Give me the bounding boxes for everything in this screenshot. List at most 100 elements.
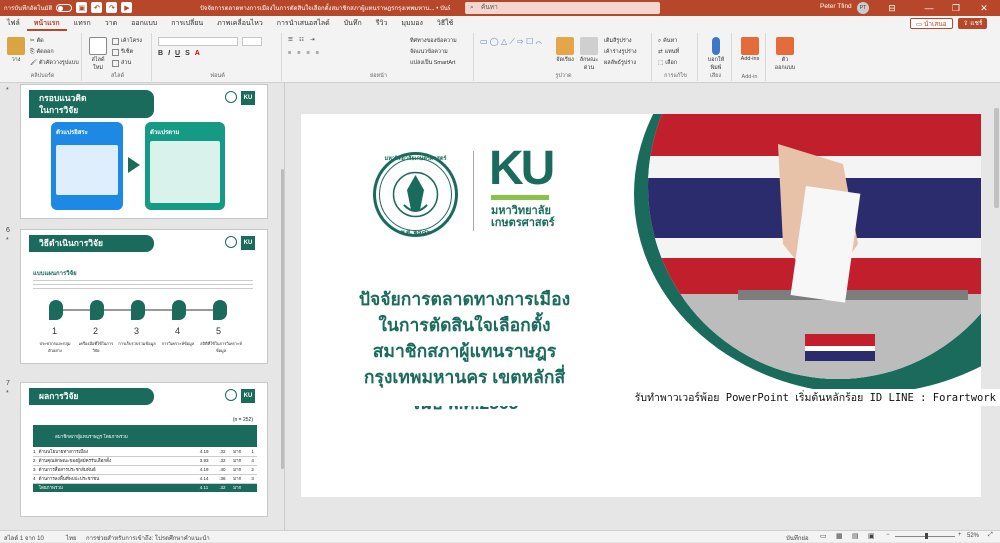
paste-button[interactable]: วาง — [6, 37, 26, 64]
sample-size: (n = 252) — [232, 417, 253, 423]
tab-slideshow[interactable]: การนำเสนอสไลด์ — [270, 16, 337, 31]
thumb-emblem — [225, 389, 237, 401]
scissors-icon: ✂ — [30, 38, 35, 44]
tab-view[interactable]: มุมมอง — [394, 16, 429, 31]
quick-styles-button[interactable]: ลักษณะด่วน — [577, 37, 601, 72]
tab-review[interactable]: รีวิว — [369, 16, 395, 31]
shape-fill-button[interactable]: เติมสีรูปร่าง — [604, 37, 632, 45]
tab-file[interactable]: ไฟล์ — [0, 16, 27, 31]
share-button[interactable]: ⇪ แชร์ — [958, 18, 988, 29]
ku-logo-sub2: เกษตรศาสตร์ — [491, 217, 555, 229]
copy-button[interactable]: ⎘ คัดลอก — [30, 48, 54, 56]
italic-icon[interactable]: I — [168, 50, 170, 57]
autosave-toggle[interactable] — [56, 3, 73, 12]
cell: มาก — [233, 467, 242, 472]
arrange-button[interactable]: จัดเรียง — [554, 37, 576, 64]
slideshow-view-icon[interactable]: ▣ — [868, 532, 875, 540]
shapes-gallery[interactable]: ▭ ◯ △ ⟋ ⇨ ☐ ⌒ — [480, 37, 542, 47]
reset-button[interactable]: รีเซ็ต — [112, 48, 133, 56]
undo-icon[interactable]: ↶ — [91, 2, 103, 13]
align-right-icon[interactable]: ≡ — [306, 50, 309, 56]
tab-home[interactable]: หน้าแรก — [26, 16, 67, 31]
avatar[interactable]: PT — [857, 2, 869, 14]
search-box[interactable]: ⌕ ค้นหา — [465, 2, 660, 14]
slide-thumbnail-6[interactable]: วิธีดำเนินการวิจัย KU แบบแผนการวิจัย 1 2… — [20, 229, 268, 364]
fit-slide-icon[interactable]: ⤢ — [988, 532, 993, 539]
zoom-slider-thumb[interactable] — [925, 533, 928, 539]
addins-group-label: Add-in — [741, 74, 758, 80]
minimize-button[interactable]: — — [920, 1, 938, 15]
thumbnail-scrollbar[interactable] — [281, 169, 284, 469]
designer-button[interactable]: ตัวออกแบบ — [772, 37, 798, 72]
align-left-icon[interactable]: ≡ — [288, 50, 291, 56]
font-group: BIUSA ฟอนต์ — [154, 33, 282, 81]
font-size-combo[interactable] — [242, 37, 262, 46]
align-center-icon[interactable]: ≡ — [297, 50, 300, 56]
search-placeholder: ค้นหา — [481, 4, 498, 11]
tab-draw[interactable]: วาด — [98, 16, 124, 31]
zoom-level[interactable]: 52% — [967, 533, 979, 539]
editor-scroll-thumb[interactable] — [994, 108, 999, 208]
numbering-icon[interactable]: ☷ — [299, 37, 304, 43]
addins-button[interactable]: Add-ins — [737, 37, 763, 62]
justify-icon[interactable]: ≡ — [316, 50, 319, 56]
cut-button[interactable]: ✂ ตัด — [30, 37, 44, 45]
tab-record[interactable]: บันทึก — [337, 16, 369, 31]
zoom-out-icon[interactable]: − — [886, 532, 890, 538]
present-start-icon[interactable]: ▶ — [121, 2, 133, 13]
align-text-button[interactable]: จัดแนวข้อความ — [410, 48, 448, 56]
thumb-ku-logo: KU — [241, 236, 255, 250]
smartart-label: แปลงเป็น SmartArt — [410, 60, 456, 66]
slide-thumbnail-5[interactable]: กรอบแนวคิด ในการวิจัย KU ตัวแปรอิสระ ตัว… — [20, 84, 268, 219]
layout-button[interactable]: เค้าโครง — [112, 37, 142, 45]
ku-logo-sub1: มหาวิทยาลัย — [491, 205, 551, 217]
normal-view-icon[interactable]: ▭ — [820, 532, 827, 540]
redo-icon[interactable]: ↷ — [106, 2, 118, 13]
format-painter-button[interactable]: 🖌 ตัวคัดวางรูปแบบ — [30, 59, 79, 67]
editor-scrollbar[interactable] — [993, 83, 1000, 530]
find-button[interactable]: ⌕ ค้นหา — [658, 37, 677, 45]
dictate-button[interactable]: บอกให้พิมพ์ — [704, 37, 728, 72]
new-slide-button[interactable]: สไลด์ใหม่ — [87, 37, 109, 72]
tab-design[interactable]: ออกแบบ — [124, 16, 164, 31]
smartart-button[interactable]: แปลงเป็น SmartArt — [410, 59, 455, 67]
shape-outline-button[interactable]: เค้าร่างรูปร่าง — [604, 48, 637, 56]
present-button[interactable]: ▭ นำเสนอ — [910, 18, 953, 29]
font-name-combo[interactable] — [158, 37, 238, 46]
replace-button[interactable]: ⇄ แทนที่ — [658, 48, 679, 56]
save-icon[interactable]: ▣ — [76, 2, 88, 13]
section-button[interactable]: ส่วน — [112, 59, 131, 67]
ku-logo-text: KU — [489, 142, 555, 195]
bullets-icon[interactable]: ☰ — [288, 37, 293, 43]
step-num-4: 4 — [175, 326, 181, 336]
reading-view-icon[interactable]: ▤ — [852, 532, 859, 540]
text-direction-button[interactable]: ทิศทางของข้อความ — [410, 37, 457, 45]
tab-help[interactable]: วิธีใช้ — [430, 16, 460, 31]
title-line-4: กรุงเทพมหานคร เขตหลักสี่ — [363, 367, 566, 387]
underline-icon[interactable]: U — [175, 50, 180, 57]
slide-thumbnail-7[interactable]: ผลการวิจัย KU (n = 252) สมาชิกสภาผู้แทนร… — [20, 382, 268, 517]
bold-icon[interactable]: B — [158, 50, 163, 57]
font-color-icon[interactable]: A — [195, 50, 200, 57]
indent-icon[interactable]: ⇥ — [310, 37, 315, 43]
strike-icon[interactable]: S — [185, 50, 190, 57]
zoom-in-icon[interactable]: + — [958, 532, 962, 538]
dictate-label: บอกให้พิมพ์ — [707, 57, 725, 71]
layout-label: เค้าโครง — [121, 38, 142, 44]
select-button[interactable]: ⬚ เลือก — [658, 59, 677, 67]
results-table: สมาชิกสภาผู้แทนราษฎร โดยภาพรวม 1 ด้านนโยบ… — [33, 425, 257, 492]
paste-label: วาง — [11, 57, 21, 63]
tab-insert[interactable]: แทรก — [67, 16, 98, 31]
thumb-title: วิธีดำเนินการวิจัย — [29, 235, 154, 252]
title-line-2: ในการตัดสินใจเลือกตั้ง — [378, 315, 551, 335]
tab-animations[interactable]: ภาพเคลื่อนไหว — [210, 16, 270, 31]
ribbon-display-icon[interactable]: ⊟ — [883, 1, 901, 15]
tab-transitions[interactable]: การเปลี่ยน — [164, 16, 210, 31]
restore-button[interactable]: ❐ — [947, 1, 965, 15]
user-name[interactable]: Peter Tfind — [820, 3, 852, 10]
brush-icon: 🖌 — [30, 60, 37, 66]
slide-canvas[interactable]: มหาวิทยาลัยเกษตรศาสตร์ พ.ศ. ๒๔๘๖ KU มหาว… — [301, 114, 981, 497]
shape-effects-button[interactable]: ผลลัพธ์รูปร่าง — [604, 59, 636, 67]
slide-sorter-icon[interactable]: ▦ — [836, 532, 843, 540]
close-button[interactable]: ✕ — [975, 1, 993, 15]
